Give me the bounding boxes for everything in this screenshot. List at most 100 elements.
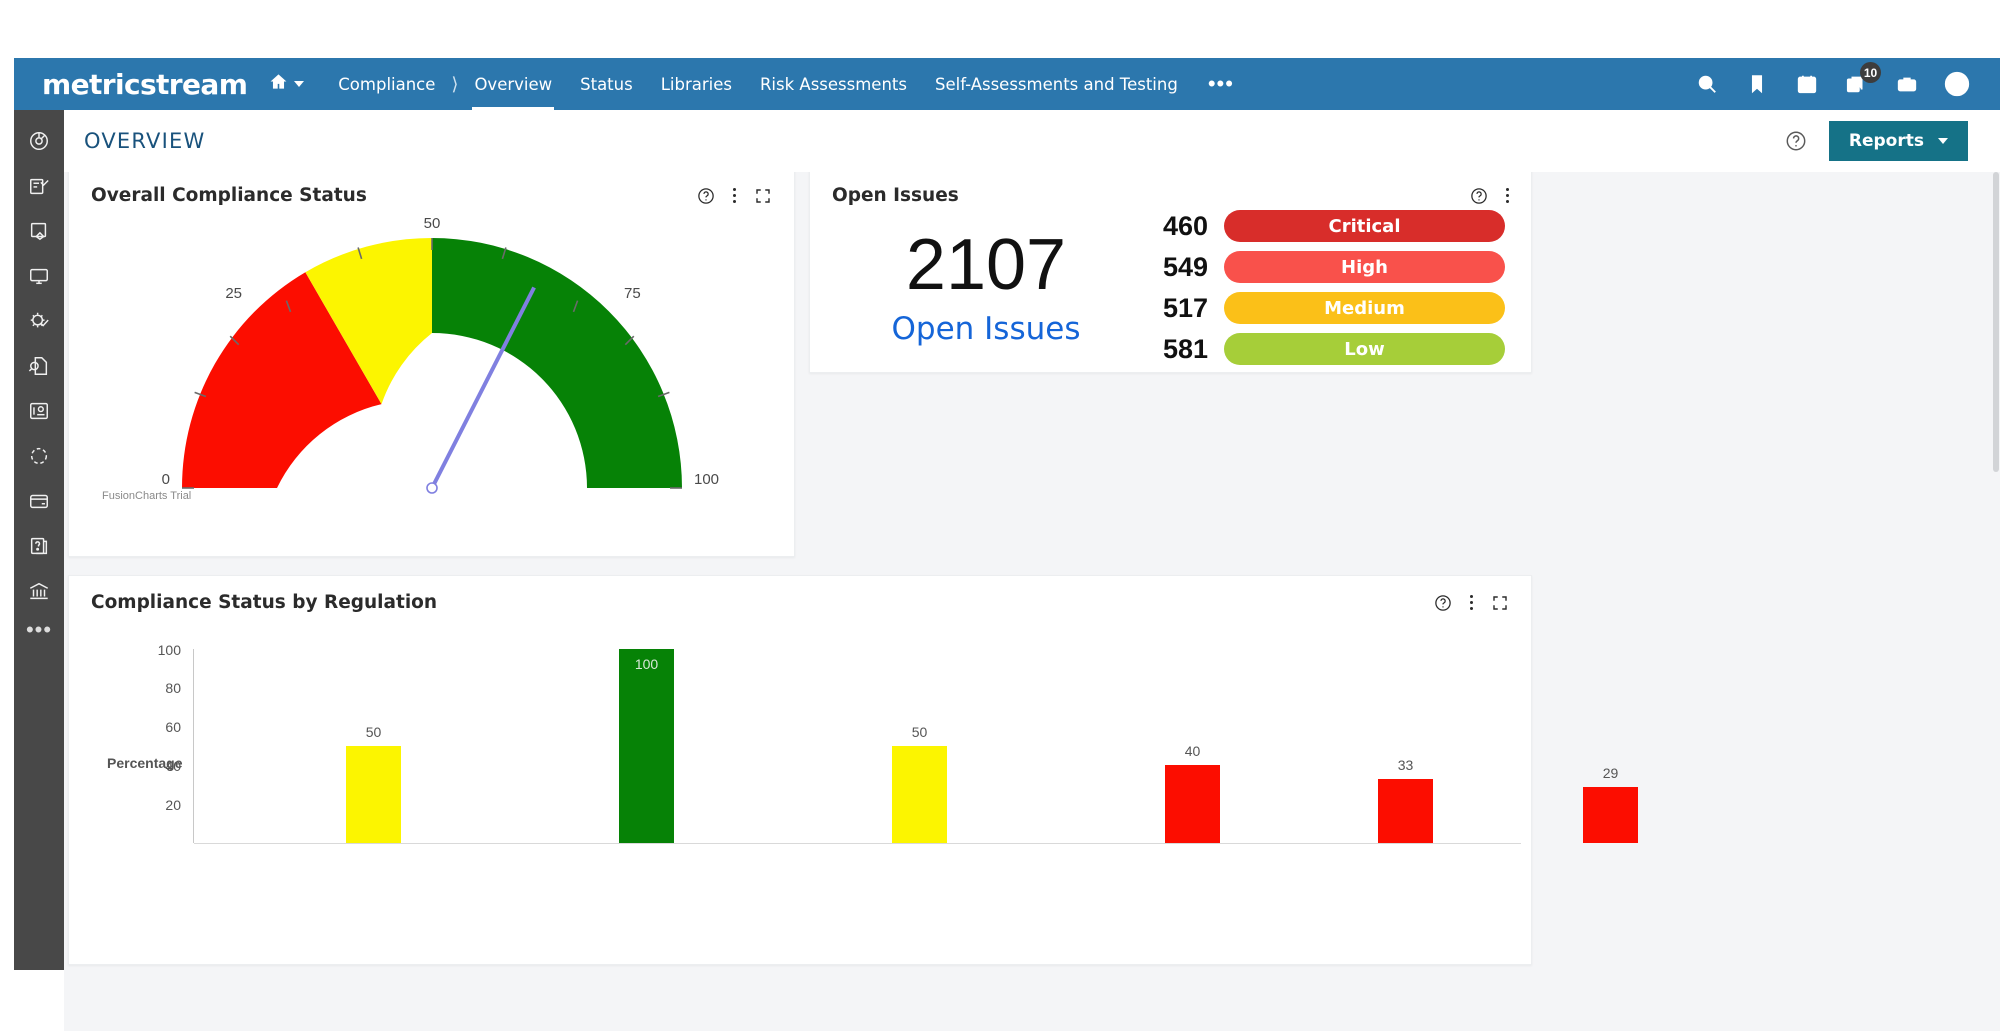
- open-issues-total: 2107: [905, 224, 1067, 305]
- expand-icon[interactable]: [754, 187, 772, 205]
- nav-overflow-button[interactable]: •••: [1192, 73, 1250, 95]
- severity-row-high[interactable]: 549 High: [1142, 251, 1505, 283]
- user-avatar-icon[interactable]: [1944, 71, 1970, 97]
- bar-rect[interactable]: 100: [619, 649, 674, 843]
- sidebar-item-wallet-icon[interactable]: [26, 488, 52, 514]
- expand-icon[interactable]: [1491, 594, 1509, 612]
- card-header: Overall Compliance Status: [69, 172, 794, 206]
- bar-rect[interactable]: [346, 746, 401, 843]
- left-sidebar: •••: [14, 110, 64, 970]
- open-issues-summary: 2107 Open Issues: [836, 229, 1136, 347]
- bar-column-2[interactable]: 100: [619, 649, 674, 843]
- home-menu-button[interactable]: [269, 72, 305, 96]
- tasks-icon[interactable]: 10: [1844, 62, 1881, 97]
- calendar-icon[interactable]: [1794, 71, 1820, 97]
- bar-column-3[interactable]: 50: [892, 724, 947, 843]
- top-navigation-bar: metricstream Compliance ⟩ Overview Statu…: [14, 58, 2000, 110]
- severity-count: 460: [1162, 210, 1208, 241]
- help-circle-icon[interactable]: [1434, 594, 1452, 612]
- bar-value-label: 40: [1184, 743, 1201, 759]
- search-icon[interactable]: [1694, 71, 1720, 97]
- card-title: Open Issues: [832, 185, 959, 206]
- severity-count: 549: [1162, 251, 1208, 282]
- y-tick-100: 100: [157, 642, 181, 658]
- gauge-pivot: [425, 482, 438, 494]
- gauge-tick-label-50: 50: [423, 218, 440, 232]
- chart-watermark: FusionCharts Trial: [102, 490, 192, 502]
- page-header-actions: Reports: [1785, 121, 2000, 161]
- sidebar-item-bank-icon[interactable]: [26, 578, 52, 604]
- severity-bar[interactable]: High: [1224, 251, 1505, 283]
- card-header: Open Issues: [810, 172, 1531, 206]
- card-actions: [697, 187, 772, 205]
- severity-list: 460 Critical 549 High 517 Medium 581 Low: [1136, 210, 1505, 365]
- sidebar-item-monitor-icon[interactable]: [26, 263, 52, 289]
- sidebar-item-policy-check-icon[interactable]: [26, 173, 52, 199]
- severity-bar[interactable]: Medium: [1224, 292, 1505, 324]
- card-overall-compliance-status: Overall Compliance Status 0 25 50 75 100…: [68, 172, 795, 557]
- severity-row-critical[interactable]: 460 Critical: [1142, 210, 1505, 242]
- tasks-badge-count: 10: [1860, 62, 1881, 83]
- severity-bar[interactable]: Low: [1224, 333, 1505, 365]
- bar-value-label: 50: [911, 724, 928, 740]
- card-title: Compliance Status by Regulation: [91, 592, 438, 613]
- sidebar-item-refresh-cycle-icon[interactable]: [26, 443, 52, 469]
- x-axis-baseline: [194, 843, 1521, 844]
- bar-value-label: 100: [634, 656, 659, 672]
- application-window: metricstream Compliance ⟩ Overview Statu…: [0, 0, 2000, 1031]
- gauge-band-green: [431, 238, 682, 488]
- severity-bar[interactable]: Critical: [1224, 210, 1505, 242]
- nav-item-risk-assessments[interactable]: Risk Assessments: [746, 58, 921, 110]
- breadcrumb-chevron-icon: ⟩: [451, 73, 459, 94]
- bar-rect[interactable]: [1583, 787, 1638, 843]
- help-circle-icon[interactable]: [1470, 187, 1488, 205]
- more-vertical-icon[interactable]: [1506, 188, 1509, 203]
- card-title: Overall Compliance Status: [91, 185, 367, 206]
- y-tick-20: 20: [165, 797, 181, 813]
- bar-column-1[interactable]: 50: [346, 724, 401, 843]
- bar-plot-area: 50 100 50 40 33 29: [194, 649, 1638, 843]
- nav-item-status[interactable]: Status: [566, 58, 647, 110]
- briefcase-icon[interactable]: [1894, 71, 1920, 97]
- bookmark-icon[interactable]: [1744, 71, 1770, 97]
- gauge-svg: 0 25 50 75 100: [161, 218, 719, 494]
- help-circle-icon[interactable]: [697, 187, 715, 205]
- page-header: OVERVIEW Reports: [64, 110, 2000, 172]
- gauge-tick-label-100: 100: [694, 471, 719, 488]
- bar-rect[interactable]: [892, 746, 947, 843]
- bar-rect[interactable]: [1378, 779, 1433, 843]
- breadcrumb-compliance[interactable]: Compliance: [324, 58, 449, 110]
- help-circle-icon[interactable]: [1785, 130, 1807, 152]
- y-tick-80: 80: [165, 680, 181, 696]
- sidebar-item-signature-icon[interactable]: [26, 218, 52, 244]
- bar-column-5[interactable]: 33: [1378, 757, 1433, 843]
- severity-row-low[interactable]: 581 Low: [1142, 333, 1505, 365]
- nav-item-self-assessments-and-testing[interactable]: Self-Assessments and Testing: [921, 58, 1192, 110]
- chevron-down-icon: [294, 81, 305, 87]
- sidebar-item-help-doc-icon[interactable]: [26, 533, 52, 559]
- severity-row-medium[interactable]: 517 Medium: [1142, 292, 1505, 324]
- more-vertical-icon[interactable]: [1470, 595, 1473, 610]
- bar-column-4[interactable]: 40: [1165, 743, 1220, 843]
- card-compliance-status-by-regulation: Compliance Status by Regulation Percenta…: [68, 575, 1638, 965]
- y-tick-40: 40: [165, 758, 181, 774]
- vertical-scrollbar[interactable]: [1992, 172, 2000, 1031]
- reports-button[interactable]: Reports: [1828, 121, 1968, 161]
- nav-item-libraries[interactable]: Libraries: [647, 58, 746, 110]
- reports-button-label: Reports: [1848, 131, 1924, 151]
- bar-value-label: 50: [365, 724, 382, 740]
- card-actions: [1470, 187, 1509, 205]
- bar-value-label: 33: [1397, 757, 1414, 773]
- brand-logo[interactable]: metricstream: [42, 68, 248, 101]
- sidebar-item-gear-check-icon[interactable]: [26, 308, 52, 334]
- nav-item-overview[interactable]: Overview: [460, 58, 566, 110]
- scrollbar-thumb[interactable]: [1993, 172, 1999, 472]
- bar-column-6[interactable]: 29: [1583, 765, 1638, 843]
- sidebar-item-document-search-icon[interactable]: [26, 353, 52, 379]
- sidebar-more-button[interactable]: •••: [26, 619, 52, 641]
- severity-count: 581: [1162, 333, 1208, 364]
- bar-rect[interactable]: [1165, 765, 1220, 843]
- sidebar-item-target-icon[interactable]: [26, 128, 52, 154]
- sidebar-item-report-settings-icon[interactable]: [26, 398, 52, 424]
- more-vertical-icon[interactable]: [733, 188, 736, 203]
